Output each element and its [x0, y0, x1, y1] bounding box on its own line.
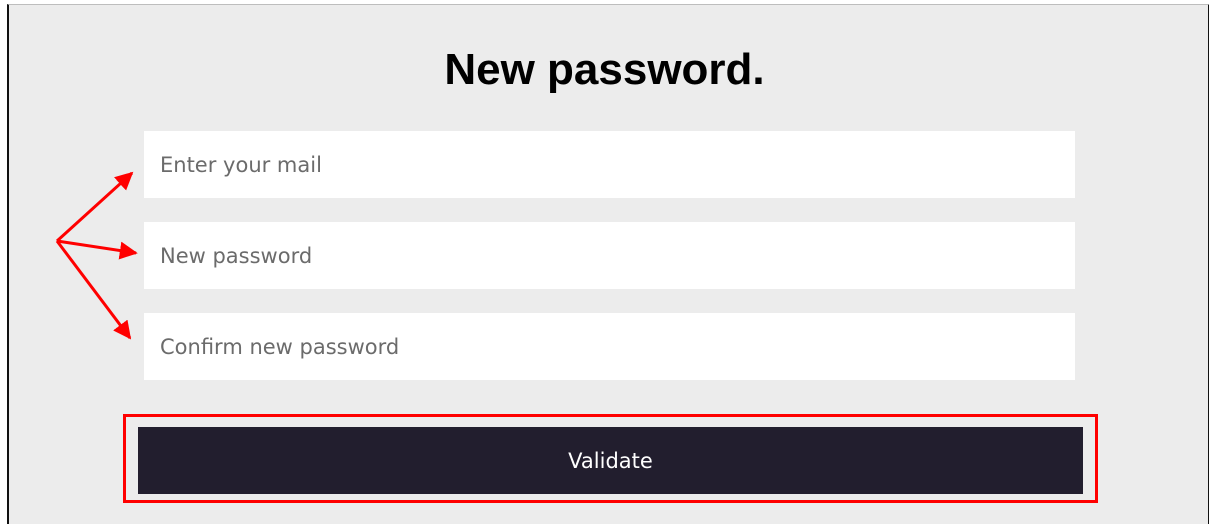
validate-button[interactable]: Validate — [138, 427, 1083, 494]
page-title: New password. — [444, 45, 765, 94]
email-input[interactable] — [144, 131, 1075, 198]
confirm-password-input[interactable] — [144, 313, 1075, 380]
new-password-input[interactable] — [144, 222, 1075, 289]
